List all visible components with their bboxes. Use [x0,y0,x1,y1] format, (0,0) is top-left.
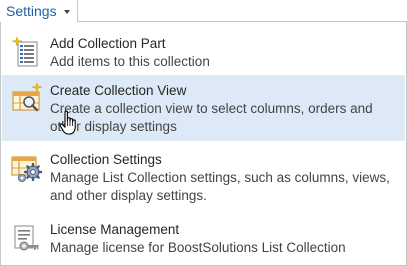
view-magnifier-sparkle-icon [11,82,43,115]
license-key-icon [11,222,43,254]
menu-item-title: License Management [50,222,180,237]
menu-item-collection-settings[interactable]: Collection Settings Manage List Collecti… [2,144,405,210]
menu-item-title: Create Collection View [50,83,187,98]
settings-menu-button[interactable]: Settings [0,0,78,22]
menu-item-description: Manage List Collection settings, such as… [50,170,390,203]
menu-item-title: Add Collection Part [50,36,166,51]
menu-item-description: Add items to this collection [50,54,210,69]
menu-item-license-management[interactable]: License Management Manage license for Bo… [2,214,405,264]
document-list-sparkle-icon [11,36,43,68]
menu-item-description: Create a collection view to select colum… [50,101,373,134]
settings-dropdown-menu: Add Collection Part Add items to this co… [0,21,407,266]
chevron-down-icon [63,10,70,14]
menu-item-title: Collection Settings [50,152,162,167]
settings-menu-label: Settings [6,3,57,19]
menu-item-add-collection-part[interactable]: Add Collection Part Add items to this co… [2,28,405,78]
grid-gear-icon [11,152,43,184]
menu-item-description: Manage license for BoostSolutions List C… [50,240,346,255]
hand-pointer-cursor-icon [58,110,80,136]
